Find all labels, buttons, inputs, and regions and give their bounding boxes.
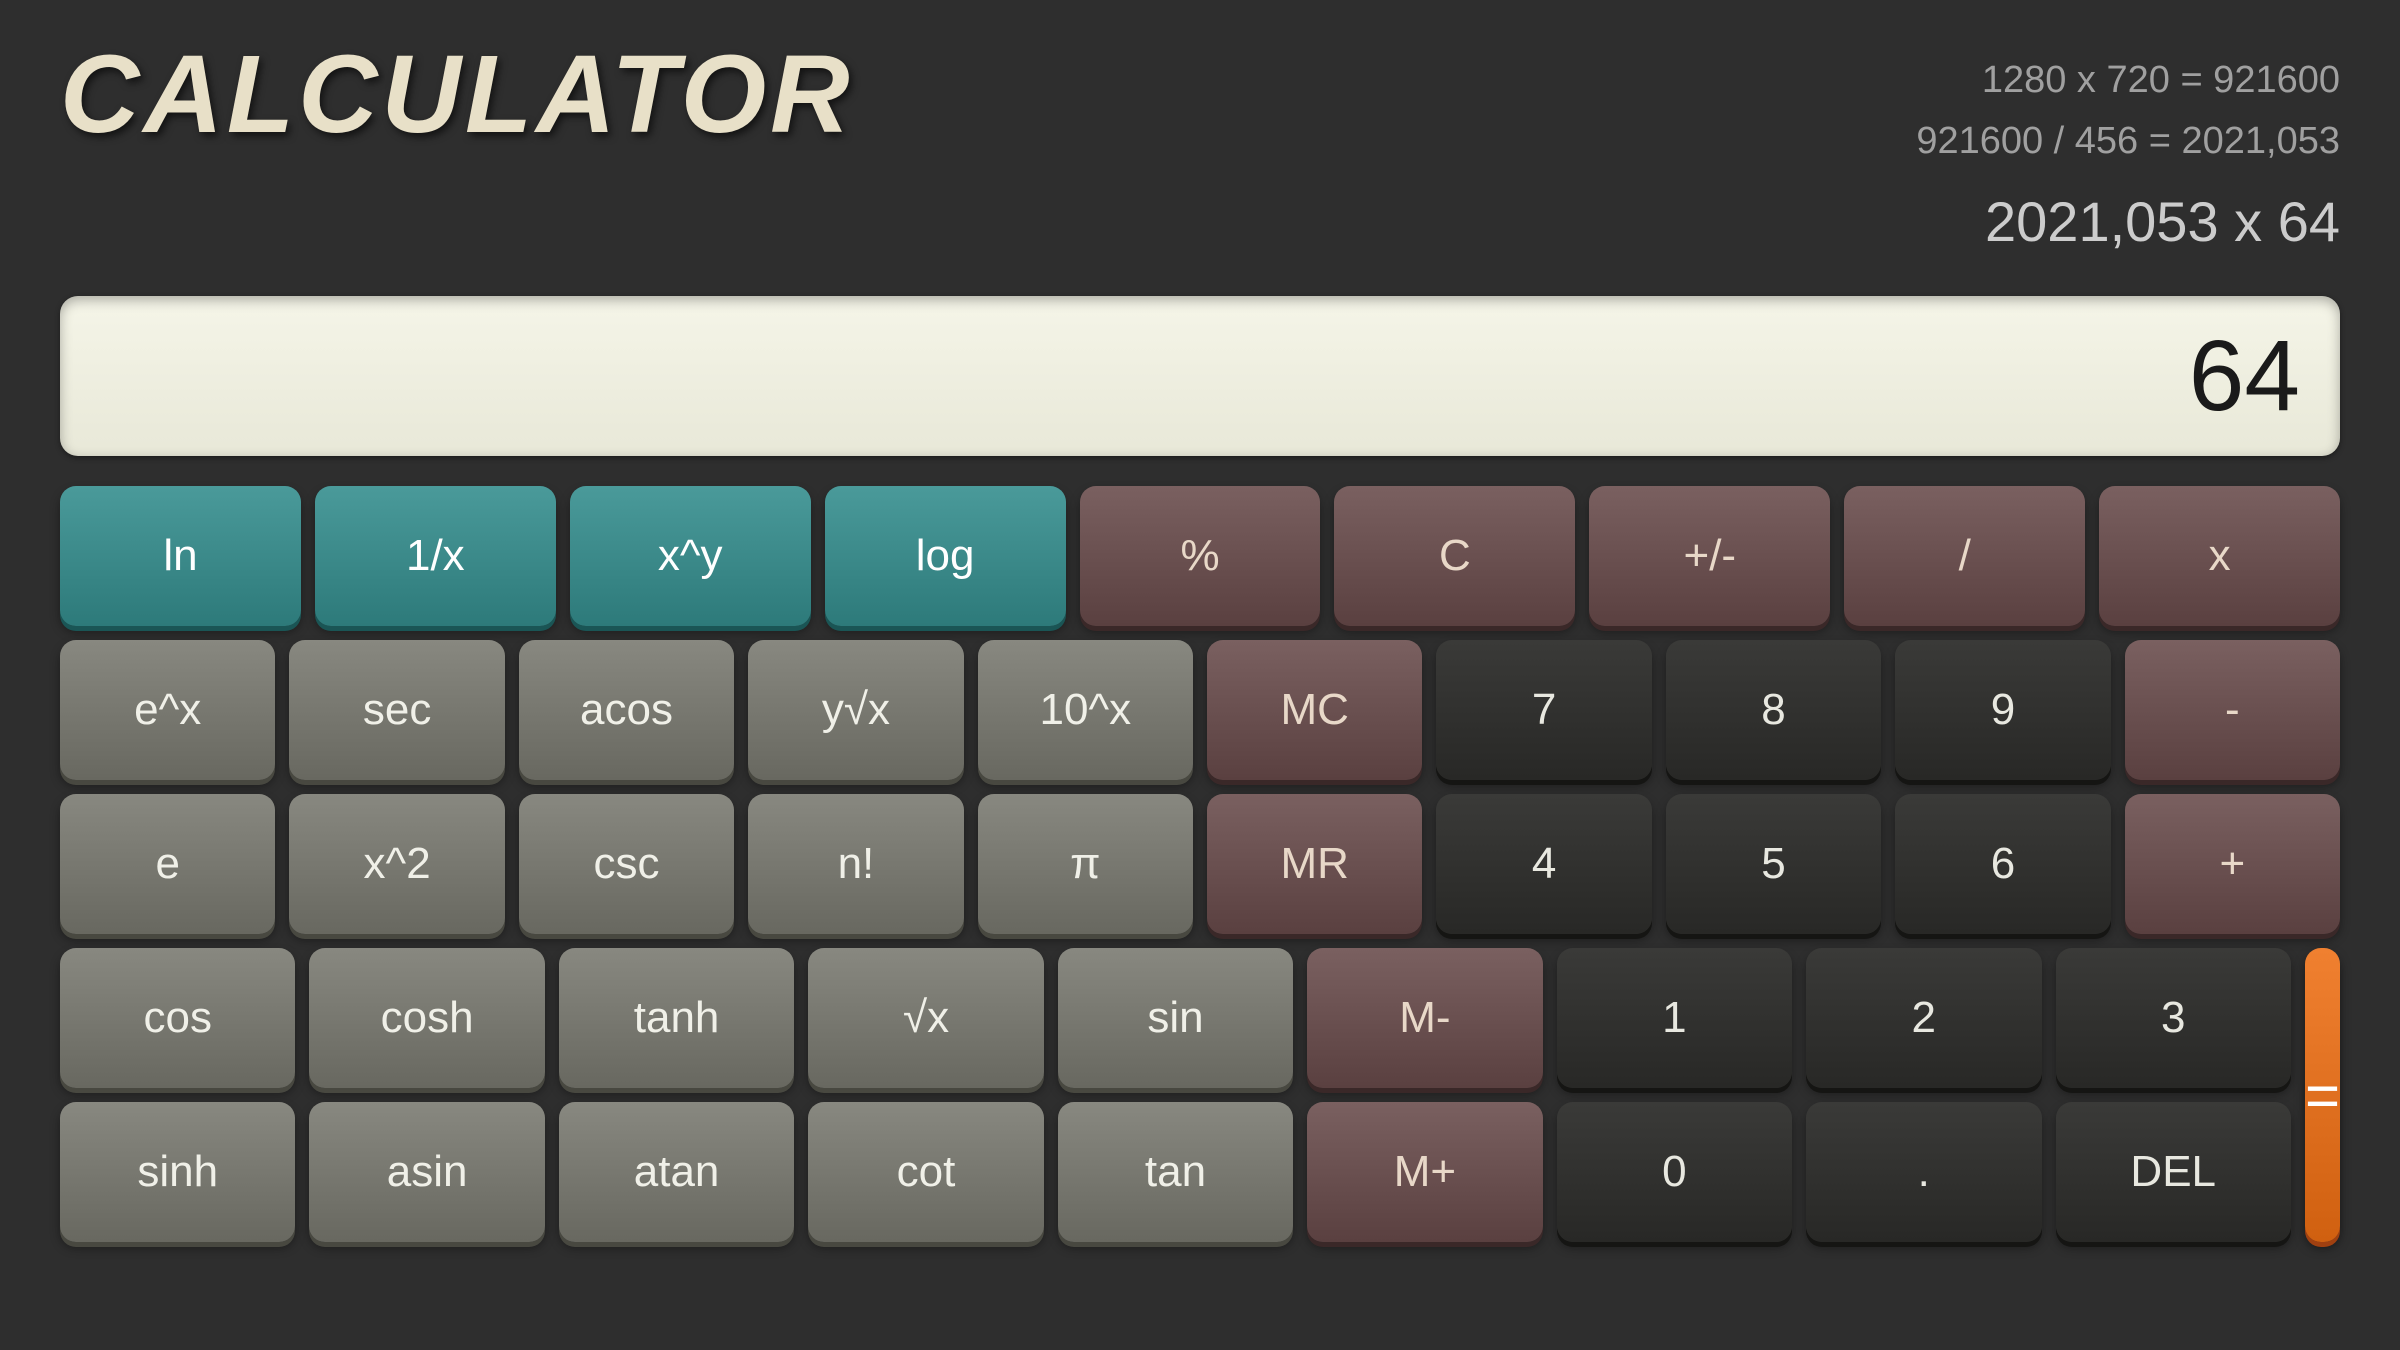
acos-button[interactable]: acos [519,640,734,780]
yroot-button[interactable]: y√x [748,640,963,780]
tenpowx-button[interactable]: 10^x [978,640,1193,780]
display-value: 64 [2189,319,2300,434]
keypad: ln1/xx^ylog%C+/-/xe^xsecacosy√x10^xMC789… [0,476,2400,1350]
app-title: CALCULATOR [60,40,854,150]
seven-button[interactable]: 7 [1436,640,1651,780]
cot-button[interactable]: cot [808,1102,1043,1242]
negate-button[interactable]: +/- [1589,486,1830,626]
key-row-3: coscoshtanh√xsinM-123 [60,948,2291,1088]
xsq-button[interactable]: x^2 [289,794,504,934]
inverse-button[interactable]: 1/x [315,486,556,626]
multiply-button[interactable]: x [2099,486,2340,626]
sinh-button[interactable]: sinh [60,1102,295,1242]
one-button[interactable]: 1 [1557,948,1792,1088]
ln-button[interactable]: ln [60,486,301,626]
nine-button[interactable]: 9 [1895,640,2110,780]
two-button[interactable]: 2 [1806,948,2041,1088]
key-row-0: ln1/xx^ylog%C+/-/x [60,486,2340,626]
history-line2: 921600 / 456 = 2021,053 [1916,111,2340,172]
history-line1: 1280 x 720 = 921600 [1916,50,2340,111]
percent-button[interactable]: % [1080,486,1321,626]
cosh-button[interactable]: cosh [309,948,544,1088]
mc-button[interactable]: MC [1207,640,1422,780]
add-button[interactable]: + [2125,794,2340,934]
display-screen: 64 [60,296,2340,456]
csc-button[interactable]: csc [519,794,734,934]
epowx-button[interactable]: e^x [60,640,275,780]
euler-button[interactable]: e [60,794,275,934]
eight-button[interactable]: 8 [1666,640,1881,780]
five-button[interactable]: 5 [1666,794,1881,934]
clear-button[interactable]: C [1334,486,1575,626]
tanh-button[interactable]: tanh [559,948,794,1088]
key-row-4: sinhasinatancottanM+0.DEL [60,1102,2291,1242]
history-line3: 2021,053 x 64 [1916,177,2340,267]
sec-button[interactable]: sec [289,640,504,780]
factorial-button[interactable]: n! [748,794,963,934]
divide-button[interactable]: / [1844,486,2085,626]
equals-button[interactable]: = [2305,948,2340,1242]
mminus-button[interactable]: M- [1307,948,1542,1088]
equals-wrapper: = [2305,948,2340,1320]
decimal-button[interactable]: . [1806,1102,2041,1242]
key-row-2: ex^2cscn!πMR456+ [60,794,2340,934]
history-panel: 1280 x 720 = 921600 921600 / 456 = 2021,… [1916,40,2340,266]
asin-button[interactable]: asin [309,1102,544,1242]
tan-button[interactable]: tan [1058,1102,1293,1242]
atan-button[interactable]: atan [559,1102,794,1242]
four-button[interactable]: 4 [1436,794,1651,934]
cos-button[interactable]: cos [60,948,295,1088]
key-row-1: e^xsecacosy√x10^xMC789- [60,640,2340,780]
mplus-button[interactable]: M+ [1307,1102,1542,1242]
sqrt-button[interactable]: √x [808,948,1043,1088]
six-button[interactable]: 6 [1895,794,2110,934]
xpowy-button[interactable]: x^y [570,486,811,626]
subtract-button[interactable]: - [2125,640,2340,780]
bottom-rows-wrapper: coscoshtanh√xsinM-123sinhasinatancottanM… [60,948,2340,1320]
log-button[interactable]: log [825,486,1066,626]
del-button[interactable]: DEL [2056,1102,2291,1242]
bottom-left-cols: coscoshtanh√xsinM-123sinhasinatancottanM… [60,948,2291,1320]
sin-button[interactable]: sin [1058,948,1293,1088]
three-button[interactable]: 3 [2056,948,2291,1088]
zero-button[interactable]: 0 [1557,1102,1792,1242]
mr-button[interactable]: MR [1207,794,1422,934]
pi-button[interactable]: π [978,794,1193,934]
